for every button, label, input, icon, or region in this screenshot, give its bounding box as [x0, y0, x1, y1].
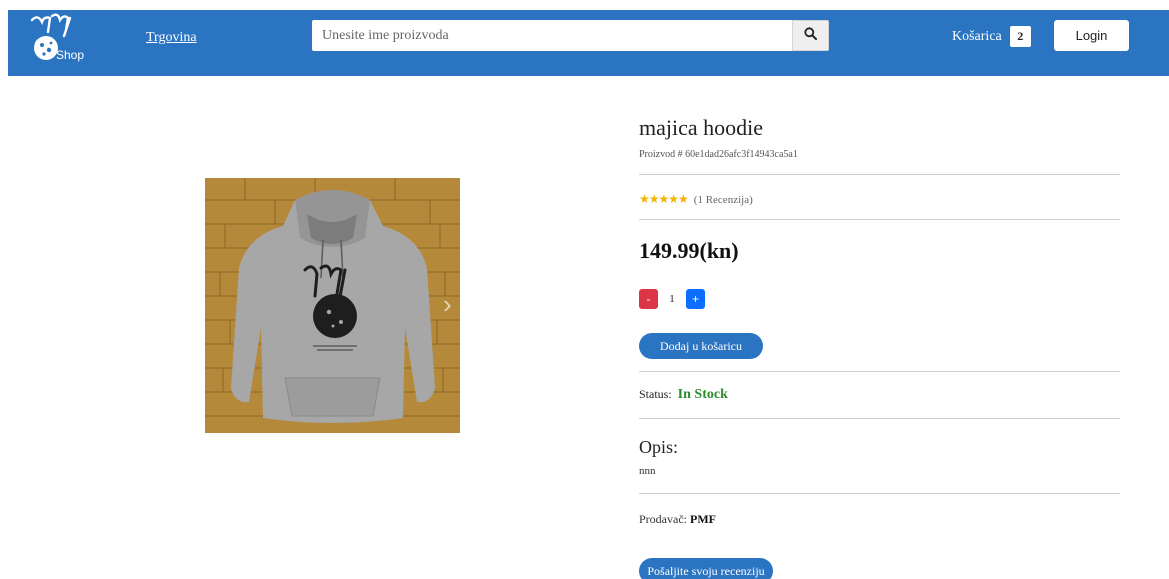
product-id: Proizvod # 60e1dad26afc3f14943ca5a1 — [639, 149, 798, 160]
divider — [639, 493, 1120, 494]
submit-review-button[interactable]: Pošaljite svoju recenziju — [639, 558, 773, 579]
top-navbar: Shop Trgovina Košarica 2 Login — [8, 10, 1169, 76]
increase-quantity-button[interactable]: + — [686, 289, 705, 309]
chevron-right-icon[interactable]: › — [443, 291, 452, 317]
search-input[interactable] — [312, 20, 792, 51]
status-label: Status: — [639, 387, 672, 401]
seller-label: Prodavač: — [639, 512, 687, 526]
status-badge: In Stock — [677, 387, 728, 402]
cart-count-badge: 2 — [1009, 26, 1031, 47]
divider — [639, 371, 1120, 372]
pmf-shop-logo[interactable]: Shop — [24, 10, 94, 70]
star-rating-icon: ★★★★★ — [639, 192, 689, 206]
product-title: majica hoodie — [639, 115, 764, 140]
cart-label: Košarica — [952, 28, 1002, 44]
logo-shop-text: Shop — [56, 48, 85, 62]
product-price: 149.99(kn) — [639, 238, 739, 263]
quantity-value[interactable]: 1 — [658, 293, 686, 305]
description-text: nnn — [639, 465, 656, 477]
product-image — [205, 178, 460, 433]
review-count: (1 Recenzija) — [693, 193, 753, 206]
divider — [639, 418, 1120, 419]
search-icon — [804, 26, 817, 45]
product-rating: ★★★★★ (1 Recenzija) — [639, 192, 753, 207]
stock-status: Status: In Stock — [639, 387, 728, 403]
login-button[interactable]: Login — [1054, 20, 1129, 51]
search-button[interactable] — [792, 20, 829, 51]
decrease-quantity-button[interactable]: - — [639, 289, 658, 309]
divider — [639, 174, 1120, 175]
search-bar — [312, 20, 837, 51]
cart-link[interactable]: Košarica 2 — [952, 26, 1031, 47]
divider — [639, 219, 1120, 220]
description-heading: Opis: — [639, 437, 679, 457]
quantity-stepper: - 1 + — [639, 289, 705, 309]
nav-link-trgovina[interactable]: Trgovina — [146, 30, 197, 46]
seller-info: Prodavač: PMF — [639, 512, 716, 527]
seller-name: PMF — [689, 512, 716, 526]
add-to-cart-button[interactable]: Dodaj u košaricu — [639, 333, 763, 359]
